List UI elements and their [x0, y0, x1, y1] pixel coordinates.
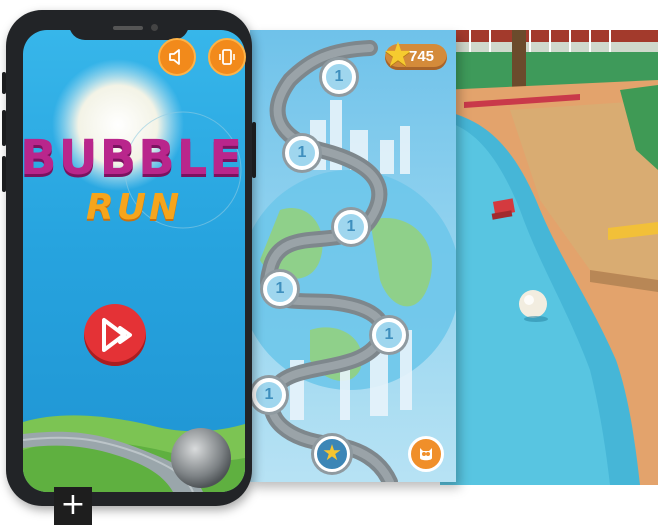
race-scene	[440, 30, 658, 485]
owl-button[interactable]	[408, 436, 444, 472]
earpiece	[113, 26, 143, 30]
speaker-icon	[169, 49, 180, 65]
plus-badge: +	[54, 487, 92, 525]
star-level-button[interactable]: ★	[314, 436, 350, 472]
front-camera	[151, 24, 158, 31]
level-node[interactable]: 1	[263, 272, 297, 306]
phone-notch	[69, 20, 189, 40]
coin-counter: ★ 745	[383, 38, 447, 72]
sound-button[interactable]	[158, 38, 196, 76]
vibrate-button[interactable]	[208, 38, 246, 76]
game-subtitle: RUN	[86, 187, 183, 228]
side-button	[2, 156, 6, 192]
side-button	[2, 72, 6, 94]
menu-background	[23, 59, 245, 492]
coin-count: 745	[409, 48, 435, 65]
star-icon: ★	[322, 441, 342, 466]
level-node[interactable]: 1	[334, 210, 368, 244]
menu-screen	[23, 30, 245, 492]
level-node[interactable]: 1	[252, 378, 286, 412]
level-node[interactable]: 1	[322, 60, 356, 94]
level-map-scene	[250, 40, 456, 482]
level-node[interactable]: 1	[372, 318, 406, 352]
game-title: BUBBLE	[20, 130, 245, 186]
owl-icon	[420, 448, 432, 461]
side-button	[2, 110, 6, 146]
race-gameplay-screen	[440, 30, 658, 485]
level-node[interactable]: 1	[285, 136, 319, 170]
vibrate-icon	[219, 49, 235, 65]
level-map-screen	[250, 30, 456, 482]
play-button[interactable]	[84, 304, 146, 366]
play-icon	[102, 318, 132, 352]
